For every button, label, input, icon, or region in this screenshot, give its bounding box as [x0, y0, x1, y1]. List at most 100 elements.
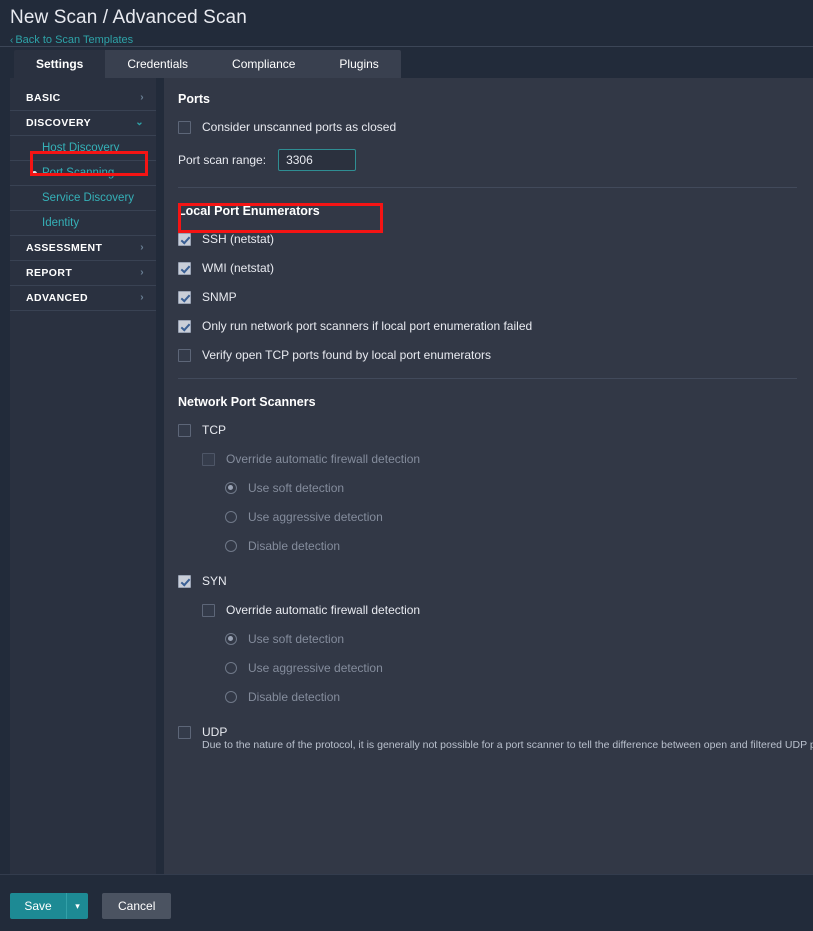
radio-row-syn-use-soft-detection[interactable]: Use soft detection: [225, 632, 797, 646]
section-divider: [178, 378, 797, 379]
sidebar-item-label: Host Discovery: [42, 142, 120, 154]
page-footer: Save ▾ Cancel: [0, 874, 813, 931]
tab-bar: Settings Credentials Compliance Plugins: [0, 47, 813, 78]
radio-row-syn-use-aggressive-detection[interactable]: Use aggressive detection: [225, 661, 797, 675]
port-scan-range-input[interactable]: [278, 149, 357, 171]
sidebar-item-label: Port Scanning: [42, 167, 115, 179]
sidebar-group-advanced-label: ADVANCED: [26, 292, 88, 304]
settings-sidebar: BASIC › DISCOVERY ⌄ Host Discovery Port …: [10, 78, 156, 874]
sidebar-group-assessment[interactable]: ASSESSMENT ›: [10, 236, 156, 261]
section-divider: [178, 187, 797, 188]
radio-tcp-use-aggressive-detection[interactable]: [225, 511, 237, 523]
radio-tcp-disable-detection[interactable]: [225, 540, 237, 552]
sidebar-group-advanced[interactable]: ADVANCED ›: [10, 286, 156, 311]
checkbox-label: WMI (netstat): [202, 261, 275, 275]
page-title: New Scan / Advanced Scan: [10, 7, 247, 28]
checkbox-row-wmi-netstat[interactable]: WMI (netstat): [178, 261, 797, 275]
port-scan-range-row: Port scan range:: [178, 149, 797, 233]
chevron-right-icon: ›: [140, 92, 144, 103]
tab-credentials[interactable]: Credentials: [105, 50, 211, 78]
checkbox-verify-open-tcp-ports[interactable]: [178, 348, 191, 362]
cancel-button[interactable]: Cancel: [102, 893, 172, 919]
checkbox-label: Override automatic firewall detection: [226, 603, 421, 617]
sidebar-item-label: Identity: [42, 217, 80, 229]
chevron-right-icon: ›: [140, 267, 144, 278]
back-link-label: Back to Scan Templates: [15, 34, 134, 46]
radio-syn-use-soft-detection[interactable]: [225, 633, 237, 645]
sidebar-group-report-label: REPORT: [26, 267, 73, 279]
radio-label: Use soft detection: [248, 632, 345, 646]
radio-row-tcp-disable-detection[interactable]: Disable detection: [225, 539, 797, 553]
chevron-left-icon: ‹: [10, 35, 14, 46]
radio-label: Disable detection: [248, 690, 341, 704]
radio-syn-disable-detection[interactable]: [225, 691, 237, 703]
port-scan-range-label: Port scan range:: [178, 153, 267, 167]
checkbox-row-verify-open-tcp-ports[interactable]: Verify open TCP ports found by local por…: [178, 348, 797, 362]
chevron-down-icon: ⌄: [135, 117, 144, 128]
section-title-local-port-enumerators: Local Port Enumerators: [178, 204, 320, 218]
checkbox-row-consider-unscanned[interactable]: Consider unscanned ports as closed: [178, 120, 797, 134]
checkbox-label: SNMP: [202, 290, 237, 304]
save-button-group: Save ▾: [10, 893, 88, 919]
section-title-network-port-scanners: Network Port Scanners: [178, 395, 316, 409]
checkbox-label: UDP: [202, 725, 228, 739]
tab-compliance[interactable]: Compliance: [210, 50, 318, 78]
checkbox-tcp[interactable]: [178, 423, 191, 437]
back-to-scan-templates-link[interactable]: ‹ Back to Scan Templates: [10, 34, 133, 46]
radio-syn-use-aggressive-detection[interactable]: [225, 662, 237, 674]
checkbox-row-ssh-netstat[interactable]: SSH (netstat): [178, 232, 797, 246]
tab-settings[interactable]: Settings: [14, 50, 106, 78]
checkbox-label: Verify open TCP ports found by local por…: [202, 348, 492, 362]
radio-label: Use soft detection: [248, 481, 345, 495]
checkbox-label: SSH (netstat): [202, 232, 275, 246]
checkbox-consider-unscanned-ports-as-closed[interactable]: [178, 120, 191, 134]
sidebar-group-basic[interactable]: BASIC ›: [10, 86, 156, 111]
radio-label: Use aggressive detection: [248, 661, 383, 675]
checkbox-wmi-netstat[interactable]: [178, 261, 191, 275]
save-dropdown-caret-icon[interactable]: ▾: [66, 893, 88, 919]
sidebar-group-report[interactable]: REPORT ›: [10, 261, 156, 286]
section-title-ports: Ports: [178, 92, 210, 106]
save-button[interactable]: Save: [10, 893, 66, 919]
sidebar-group-discovery-label: DISCOVERY: [26, 117, 92, 129]
checkbox-syn[interactable]: [178, 574, 191, 588]
settings-content-panel: Ports Consider unscanned ports as closed…: [164, 78, 813, 874]
sidebar-item-port-scanning[interactable]: Port Scanning: [10, 161, 156, 186]
radio-row-tcp-use-aggressive-detection[interactable]: Use aggressive detection: [225, 510, 797, 524]
chevron-right-icon: ›: [140, 242, 144, 253]
checkbox-ssh-netstat[interactable]: [178, 232, 191, 246]
checkbox-only-run-network-port-scanners[interactable]: [178, 319, 191, 333]
tab-plugins[interactable]: Plugins: [317, 50, 401, 78]
udp-description-note: Due to the nature of the protocol, it is…: [202, 739, 813, 751]
sidebar-item-label: Service Discovery: [42, 192, 135, 204]
checkbox-label: Override automatic firewall detection: [226, 452, 421, 466]
checkbox-row-only-run-network-port-scanners[interactable]: Only run network port scanners if local …: [178, 319, 797, 333]
checkbox-row-tcp[interactable]: TCP: [178, 423, 797, 437]
radio-tcp-use-soft-detection[interactable]: [225, 482, 237, 494]
checkbox-label: Consider unscanned ports as closed: [202, 120, 397, 134]
sidebar-group-basic-label: BASIC: [26, 92, 61, 104]
checkbox-label: SYN: [202, 574, 227, 588]
page-header: New Scan / Advanced Scan ‹ Back to Scan T…: [0, 0, 813, 47]
checkbox-syn-override-firewall-detection[interactable]: [202, 603, 215, 617]
sidebar-item-host-discovery[interactable]: Host Discovery: [10, 136, 156, 161]
radio-label: Use aggressive detection: [248, 510, 383, 524]
radio-row-tcp-use-soft-detection[interactable]: Use soft detection: [225, 481, 797, 495]
sidebar-group-assessment-label: ASSESSMENT: [26, 242, 103, 254]
sidebar-item-service-discovery[interactable]: Service Discovery: [10, 186, 156, 211]
body-container: BASIC › DISCOVERY ⌄ Host Discovery Port …: [0, 78, 813, 874]
checkbox-snmp[interactable]: [178, 290, 191, 304]
checkbox-row-syn-override-firewall-detection[interactable]: Override automatic firewall detection: [202, 603, 797, 617]
checkbox-udp[interactable]: [178, 725, 191, 739]
checkbox-row-tcp-override-firewall-detection[interactable]: Override automatic firewall detection: [202, 452, 797, 466]
radio-row-syn-disable-detection[interactable]: Disable detection: [225, 690, 797, 704]
checkbox-row-syn[interactable]: SYN: [178, 574, 797, 588]
sidebar-group-discovery[interactable]: DISCOVERY ⌄: [10, 111, 156, 136]
sidebar-item-identity[interactable]: Identity: [10, 211, 156, 236]
chevron-right-icon: ›: [140, 292, 144, 303]
checkbox-label: TCP: [202, 423, 226, 437]
selected-bullet-icon: [32, 170, 37, 176]
checkbox-row-snmp[interactable]: SNMP: [178, 290, 797, 304]
checkbox-row-udp[interactable]: UDP: [178, 725, 797, 739]
checkbox-tcp-override-firewall-detection[interactable]: [202, 452, 215, 466]
